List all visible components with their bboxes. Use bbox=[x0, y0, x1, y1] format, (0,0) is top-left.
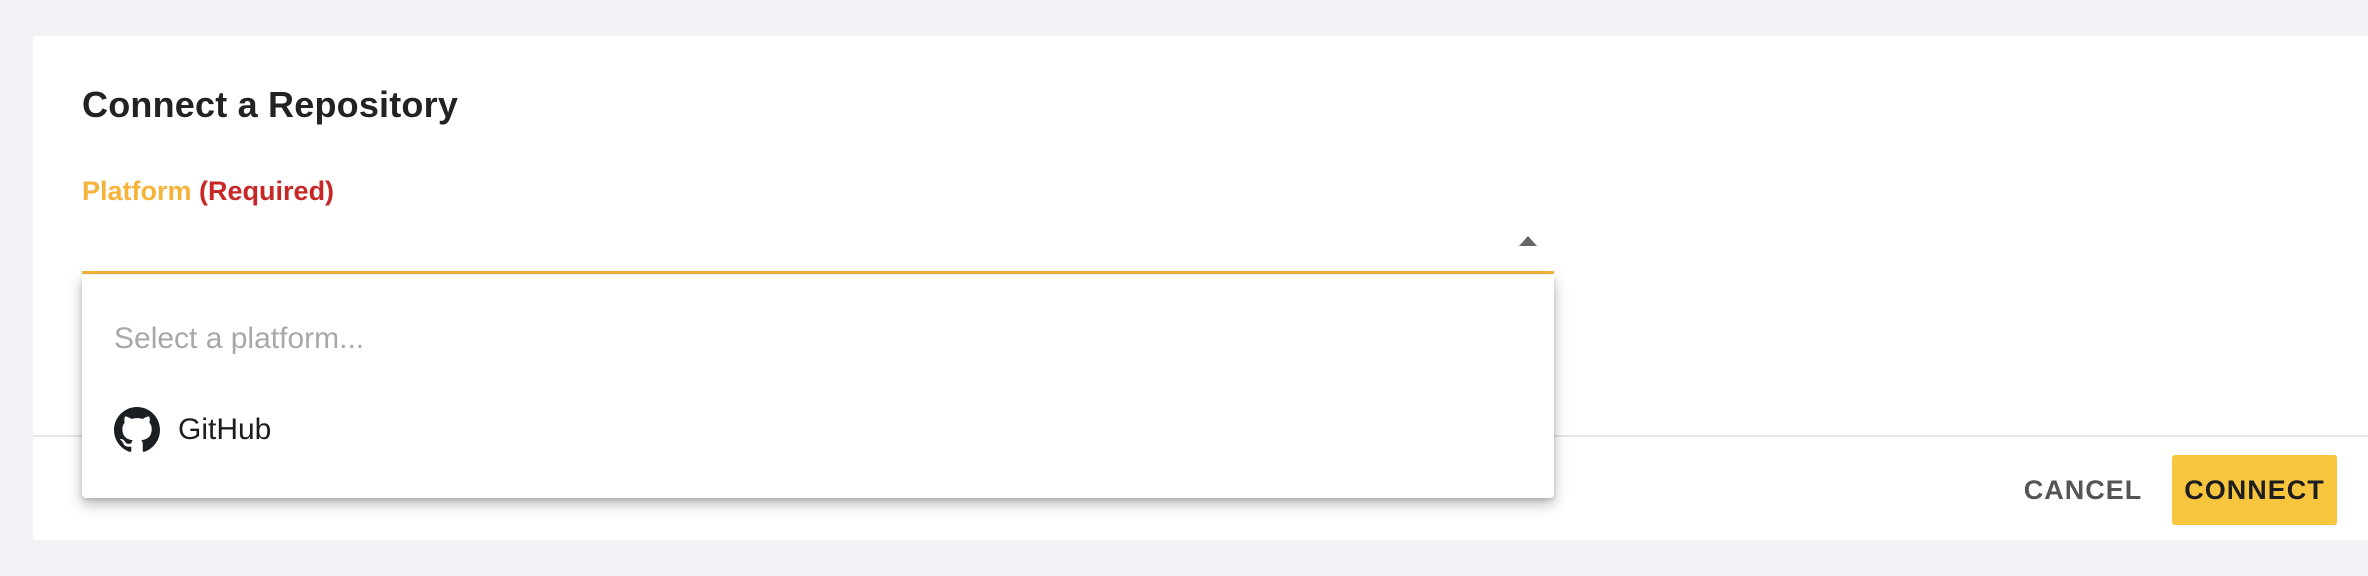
platform-placeholder-option[interactable]: Select a platform... bbox=[114, 322, 364, 356]
github-icon bbox=[114, 407, 160, 453]
platform-label: Platform (Required) bbox=[82, 176, 334, 207]
connect-button[interactable]: CONNECT bbox=[2172, 455, 2337, 525]
cancel-button[interactable]: CANCEL bbox=[2008, 455, 2158, 525]
caret-up-icon[interactable] bbox=[1519, 236, 1537, 246]
platform-option-github[interactable]: GitHub bbox=[114, 405, 271, 455]
platform-label-text: Platform bbox=[82, 176, 192, 206]
dialog-title: Connect a Repository bbox=[82, 84, 459, 125]
platform-dropdown-menu: Select a platform... GitHub bbox=[82, 275, 1554, 498]
required-indicator: (Required) bbox=[199, 176, 335, 206]
platform-option-label: GitHub bbox=[178, 413, 272, 446]
platform-select[interactable] bbox=[82, 214, 1554, 274]
